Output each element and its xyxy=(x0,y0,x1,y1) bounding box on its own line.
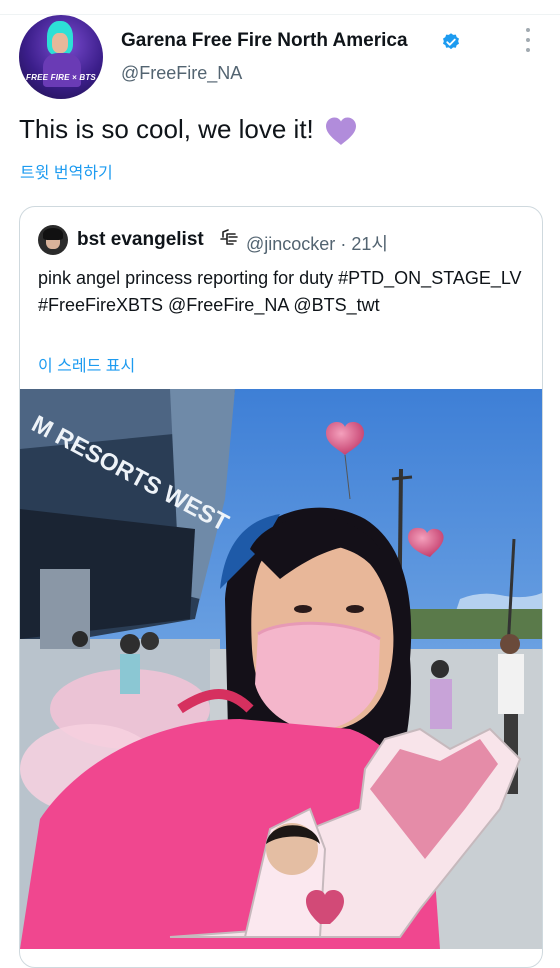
meta-separator: · xyxy=(340,234,347,254)
quoted-tweet-text: pink angel princess reporting for duty #… xyxy=(38,268,522,315)
quoted-author-handle[interactable]: @jincocker xyxy=(246,234,335,254)
quoted-tweet-photo[interactable]: M RESORTS WEST xyxy=(20,389,542,949)
avatar-hair xyxy=(43,228,63,240)
quoted-author-meta: @jincocker · 21시 xyxy=(246,230,388,256)
more-options-icon[interactable] xyxy=(520,28,536,52)
pointing-hand-icon xyxy=(220,229,238,245)
quoted-tweet-time[interactable]: 21시 xyxy=(351,234,388,254)
quoted-tweet-card[interactable]: bst evangelist @jincocker · 21시 pink ang… xyxy=(19,206,543,968)
selfie-photo-illustration: M RESORTS WEST xyxy=(20,389,542,949)
top-divider xyxy=(0,14,560,15)
translate-tweet-link[interactable]: 트윗 번역하기 xyxy=(20,159,113,183)
author-handle[interactable]: @FreeFire_NA xyxy=(121,63,242,84)
show-thread-link[interactable]: 이 스레드 표시 xyxy=(38,352,135,376)
author-avatar[interactable]: FREE FIRE × BTS xyxy=(19,15,103,99)
verified-badge-icon xyxy=(443,33,459,50)
avatar-logo-text: FREE FIRE × BTS xyxy=(26,73,96,82)
tweet-text: This is so cool, we love it! xyxy=(19,112,358,146)
avatar-face xyxy=(52,33,68,53)
purple-heart-icon xyxy=(325,117,356,146)
author-name[interactable]: Garena Free Fire North America xyxy=(121,30,408,52)
quoted-author-avatar[interactable] xyxy=(38,225,68,255)
quoted-author-name[interactable]: bst evangelist xyxy=(77,229,204,251)
tweet-text-content: This is so cool, we love it! xyxy=(19,114,314,144)
